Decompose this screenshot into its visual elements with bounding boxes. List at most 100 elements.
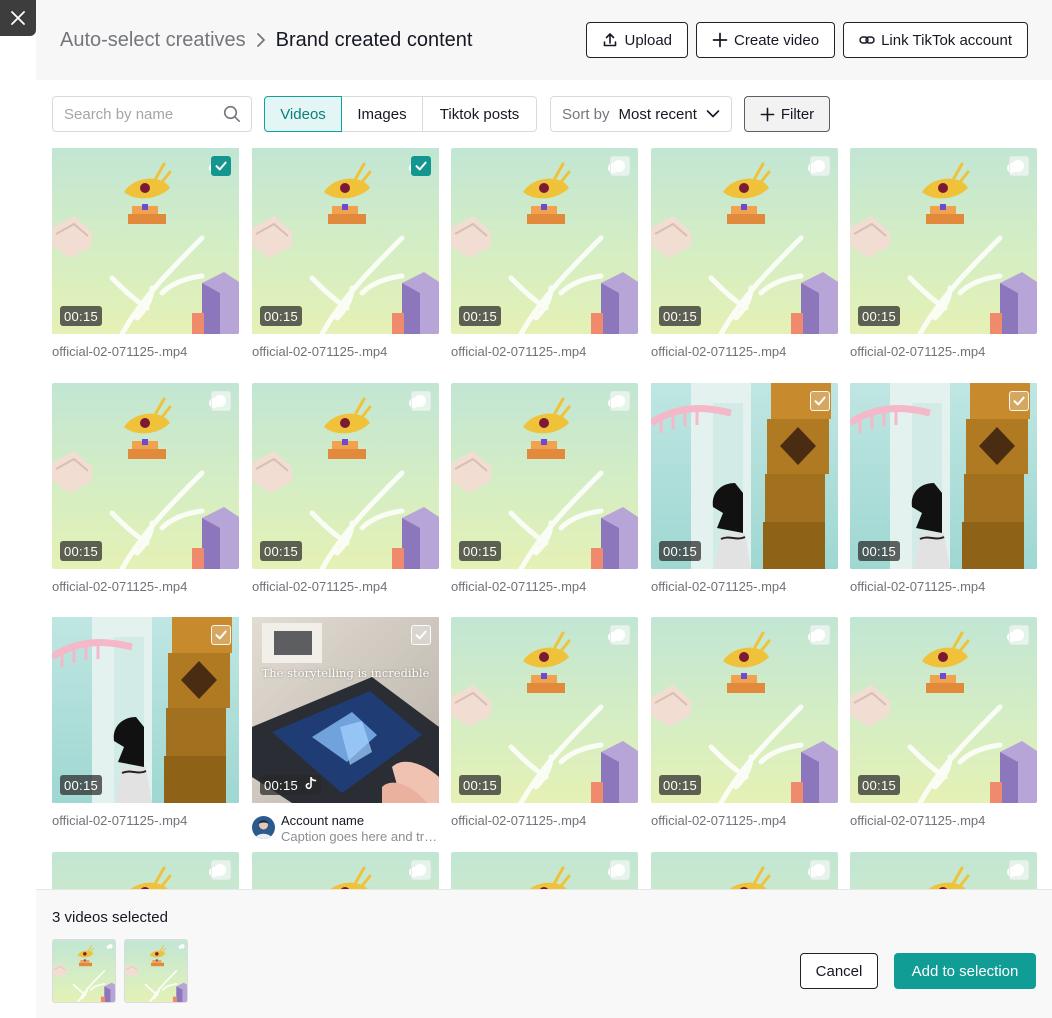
media-card[interactable]: 00:15 official-02-071125-.mp4 — [651, 617, 838, 828]
duration-text: 00:15 — [663, 777, 698, 793]
media-thumbnail[interactable]: 00:15 — [52, 617, 239, 803]
select-checkbox[interactable] — [610, 391, 630, 411]
media-thumbnail[interactable] — [252, 852, 439, 889]
media-card[interactable] — [651, 852, 838, 889]
file-name: official-02-071125-.mp4 — [252, 579, 388, 594]
search-icon[interactable] — [223, 105, 241, 123]
select-checkbox[interactable] — [211, 156, 231, 176]
media-thumbnail[interactable]: 00:15 — [52, 148, 239, 334]
media-card[interactable]: 00:15 official-02-071125-.mp4 — [651, 148, 838, 359]
upload-button[interactable]: Upload — [586, 22, 689, 58]
select-checkbox[interactable] — [610, 625, 630, 645]
upload-icon — [604, 33, 617, 47]
media-thumbnail[interactable]: The storytelling is incredible 00:15 — [252, 617, 439, 803]
media-card[interactable]: 00:15 official-02-071125-.mp4 — [850, 383, 1037, 594]
select-checkbox[interactable] — [1009, 625, 1029, 645]
select-checkbox[interactable] — [1009, 156, 1029, 176]
select-checkbox[interactable] — [411, 391, 431, 411]
select-checkbox[interactable] — [411, 860, 431, 880]
media-thumbnail[interactable]: 00:15 — [52, 383, 239, 569]
checkmark-icon — [215, 630, 227, 640]
duration-badge: 00:15 — [858, 775, 901, 795]
search-input[interactable] — [64, 105, 223, 123]
duration-badge: 00:15 — [260, 775, 322, 795]
media-thumbnail[interactable]: 00:15 — [850, 383, 1037, 569]
media-card[interactable]: The storytelling is incredible 00:15 Accou… — [252, 617, 439, 844]
duration-text: 00:15 — [463, 543, 498, 559]
account-name: Account name — [281, 813, 365, 828]
media-thumbnail[interactable]: 00:15 — [850, 617, 1037, 803]
media-type-tabs: Videos Images Tiktok posts — [264, 96, 537, 132]
media-thumbnail[interactable]: 00:15 — [451, 617, 638, 803]
tiktok-icon — [305, 776, 317, 793]
media-card[interactable] — [451, 852, 638, 889]
media-card[interactable]: 00:15 official-02-071125-.mp4 — [451, 148, 638, 359]
tab-videos[interactable]: Videos — [264, 96, 342, 132]
add-to-selection-button[interactable]: Add to selection — [894, 953, 1036, 989]
media-thumbnail[interactable]: 00:15 — [850, 148, 1037, 334]
breadcrumb: Auto-select creatives Brand created cont… — [60, 29, 472, 52]
media-thumbnail[interactable] — [451, 852, 638, 889]
file-name: official-02-071125-.mp4 — [651, 344, 787, 359]
duration-text: 00:15 — [663, 543, 698, 559]
select-checkbox[interactable] — [810, 156, 830, 176]
media-card[interactable]: 00:15 official-02-071125-.mp4 — [52, 617, 239, 828]
media-thumbnail[interactable] — [52, 852, 239, 889]
create-video-button[interactable]: Create video — [696, 22, 836, 58]
media-thumbnail[interactable]: 00:15 — [651, 148, 838, 334]
select-checkbox[interactable] — [411, 156, 431, 176]
select-checkbox[interactable] — [610, 860, 630, 880]
tab-tiktok-posts[interactable]: Tiktok posts — [423, 96, 537, 132]
media-thumbnail[interactable] — [651, 852, 838, 889]
close-button[interactable] — [0, 0, 36, 36]
media-card[interactable]: 00:15 official-02-071125-.mp4 — [850, 148, 1037, 359]
media-card[interactable]: 00:15 official-02-071125-.mp4 — [52, 383, 239, 594]
media-card[interactable] — [52, 852, 239, 889]
select-checkbox[interactable] — [211, 391, 231, 411]
select-checkbox[interactable] — [810, 860, 830, 880]
media-thumbnail[interactable]: 00:15 — [252, 148, 439, 334]
checkmark-icon — [415, 161, 427, 171]
media-card[interactable] — [850, 852, 1037, 889]
media-card[interactable]: 00:15 official-02-071125-.mp4 — [850, 617, 1037, 828]
media-card[interactable]: 00:15 official-02-071125-.mp4 — [252, 383, 439, 594]
media-card[interactable]: 00:15 official-02-071125-.mp4 — [451, 383, 638, 594]
select-checkbox[interactable] — [1009, 860, 1029, 880]
select-checkbox[interactable] — [211, 625, 231, 645]
media-thumbnail[interactable] — [850, 852, 1037, 889]
selected-thumbnail[interactable] — [124, 939, 188, 1003]
media-thumbnail[interactable]: 00:15 — [451, 148, 638, 334]
select-checkbox[interactable] — [211, 860, 231, 880]
select-checkbox[interactable] — [411, 625, 431, 645]
chevron-down-icon — [706, 109, 720, 119]
media-card[interactable]: 00:15 official-02-071125-.mp4 — [451, 617, 638, 828]
duration-badge: 00:15 — [459, 775, 502, 795]
close-icon — [11, 11, 25, 25]
upload-label: Upload — [624, 31, 673, 49]
checkmark-icon — [1013, 396, 1025, 406]
select-checkbox[interactable] — [810, 391, 830, 411]
breadcrumb-parent-link[interactable]: Auto-select creatives — [60, 29, 246, 52]
media-card[interactable] — [252, 852, 439, 889]
tab-images[interactable]: Images — [342, 96, 423, 132]
select-checkbox[interactable] — [610, 156, 630, 176]
duration-text: 00:15 — [862, 308, 897, 324]
selected-thumbnail[interactable] — [52, 939, 116, 1003]
media-card[interactable]: 00:15 official-02-071125-.mp4 — [52, 148, 239, 359]
sort-label: Sort by — [562, 105, 610, 123]
media-thumbnail[interactable]: 00:15 — [451, 383, 638, 569]
media-thumbnail[interactable]: 00:15 — [651, 383, 838, 569]
sort-select[interactable]: Sort by Most recent — [550, 96, 732, 132]
media-card[interactable]: 00:15 official-02-071125-.mp4 — [651, 383, 838, 594]
media-card[interactable]: 00:15 official-02-071125-.mp4 — [252, 148, 439, 359]
select-checkbox[interactable] — [1009, 391, 1029, 411]
media-thumbnail[interactable]: 00:15 — [252, 383, 439, 569]
filter-button[interactable]: Filter — [744, 96, 830, 132]
file-name: official-02-071125-.mp4 — [52, 344, 188, 359]
file-name: official-02-071125-.mp4 — [52, 579, 188, 594]
select-checkbox[interactable] — [810, 625, 830, 645]
thumbnail-image — [125, 940, 187, 1002]
link-tiktok-account-button[interactable]: Link TikTok account — [843, 22, 1028, 58]
media-thumbnail[interactable]: 00:15 — [651, 617, 838, 803]
cancel-button[interactable]: Cancel — [800, 953, 878, 989]
